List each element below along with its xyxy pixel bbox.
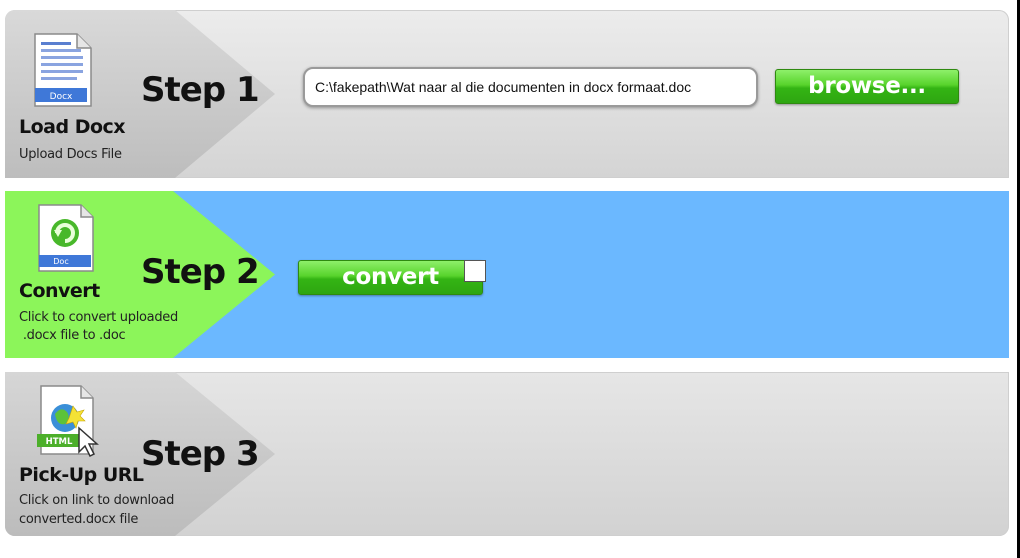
step3-title: Pick-Up URL (19, 464, 144, 486)
docx-file-icon: Docx (34, 33, 92, 107)
svg-text:Doc: Doc (53, 257, 68, 266)
step1-description: Upload Docs File (19, 147, 122, 162)
file-path-input[interactable]: C:\fakepath\Wat naar al die documenten i… (303, 67, 758, 107)
convert-button[interactable]: convert (298, 260, 483, 295)
step3-description-line2: converted.docx file (19, 512, 139, 527)
html-link-icon: HTML (37, 385, 99, 458)
step3-panel: HTML Step 3 Pick-Up URL Click on link to… (5, 372, 1009, 536)
doc-convert-icon: Doc (38, 204, 94, 272)
step3-description-line1: Click on link to download (19, 493, 175, 508)
step1-title: Load Docx (19, 116, 126, 138)
svg-text:HTML: HTML (46, 437, 73, 447)
step2-description-line2: .docx file to .doc (19, 328, 126, 343)
step2-title: Convert (19, 280, 100, 302)
step3-label: Step 3 (141, 434, 260, 474)
svg-text:Docx: Docx (50, 92, 73, 102)
step2-label: Step 2 (141, 252, 260, 292)
browse-button[interactable]: browse... (775, 69, 959, 104)
square-handle (464, 260, 486, 282)
step1-label: Step 1 (141, 70, 260, 110)
step2-description-line1: Click to convert uploaded (19, 310, 178, 325)
step2-panel: Doc Step 2 Convert Click to convert uplo… (5, 191, 1009, 358)
